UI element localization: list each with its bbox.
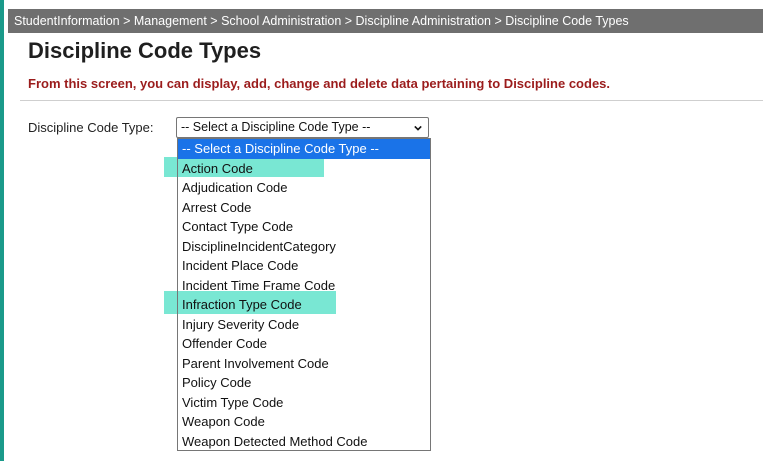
select-value: -- Select a Discipline Code Type -- — [181, 120, 371, 134]
option-select-placeholder[interactable]: -- Select a Discipline Code Type -- — [178, 139, 430, 159]
divider — [20, 100, 763, 101]
option-weapon-code[interactable]: Weapon Code — [178, 412, 430, 432]
discipline-code-type-select[interactable]: -- Select a Discipline Code Type -- — [176, 117, 429, 138]
option-adjudication-code[interactable]: Adjudication Code — [178, 178, 430, 198]
option-infraction-type-code[interactable]: Infraction Type Code — [178, 295, 430, 315]
discipline-code-type-listbox[interactable]: -- Select a Discipline Code Type -- Acti… — [177, 138, 431, 451]
chevron-down-icon — [414, 125, 422, 131]
option-action-code[interactable]: Action Code — [178, 159, 430, 179]
option-incident-place-code[interactable]: Incident Place Code — [178, 256, 430, 276]
discipline-code-type-label: Discipline Code Type: — [28, 120, 154, 135]
option-contact-type-code[interactable]: Contact Type Code — [178, 217, 430, 237]
option-victim-type-code[interactable]: Victim Type Code — [178, 393, 430, 413]
page-title: Discipline Code Types — [28, 38, 262, 63]
option-incident-time-frame-code[interactable]: Incident Time Frame Code — [178, 276, 430, 296]
option-parent-involvement-code[interactable]: Parent Involvement Code — [178, 354, 430, 374]
option-weapon-detected-method-code[interactable]: Weapon Detected Method Code — [178, 432, 430, 452]
option-injury-severity-code[interactable]: Injury Severity Code — [178, 315, 430, 335]
option-discipline-incident-category[interactable]: DisciplineIncidentCategory — [178, 237, 430, 257]
option-policy-code[interactable]: Policy Code — [178, 373, 430, 393]
page-frame: StudentInformation > Management > School… — [0, 0, 763, 461]
option-offender-code[interactable]: Offender Code — [178, 334, 430, 354]
page-description: From this screen, you can display, add, … — [28, 76, 611, 91]
option-arrest-code[interactable]: Arrest Code — [178, 198, 430, 218]
breadcrumb: StudentInformation > Management > School… — [8, 9, 763, 33]
